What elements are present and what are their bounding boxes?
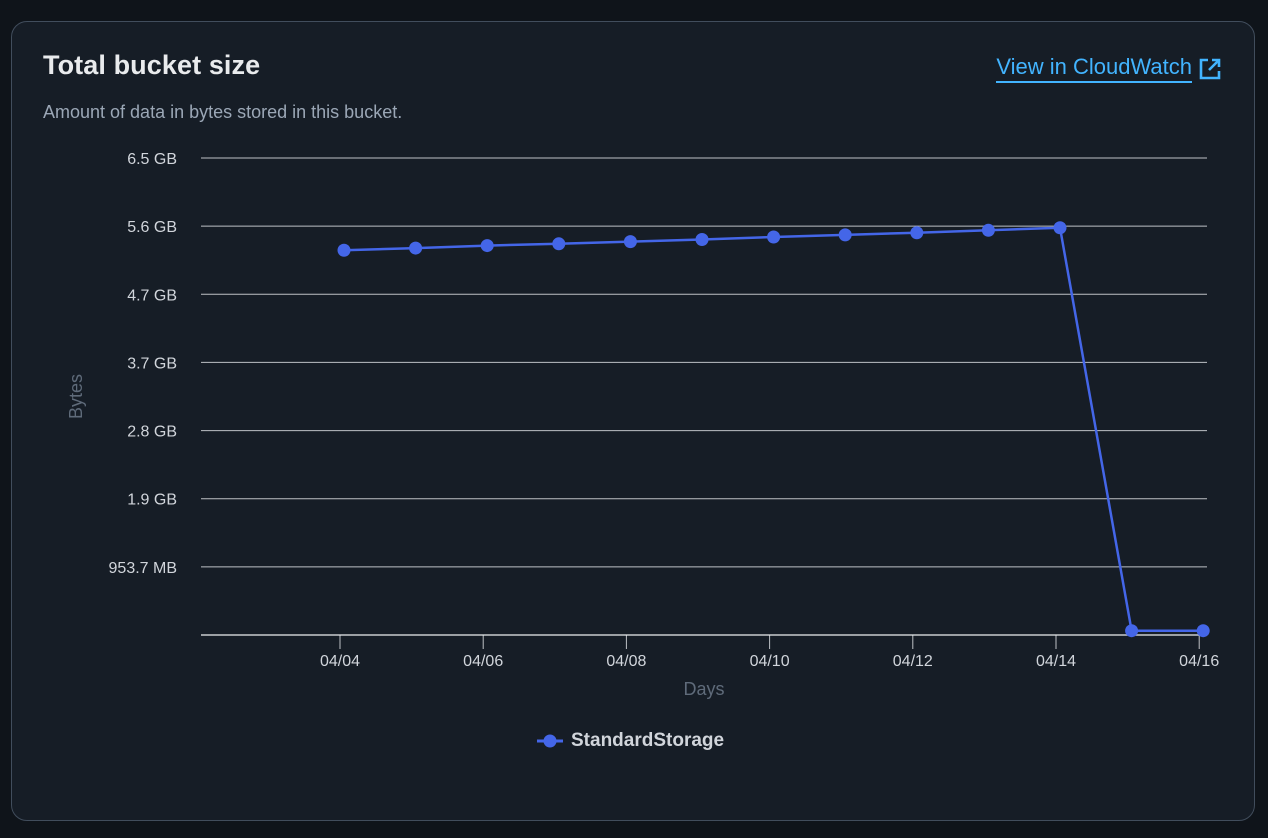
chart-legend[interactable]: StandardStorage xyxy=(535,730,724,752)
x-axis-title: Days xyxy=(683,679,724,699)
y-tick-label: 5.6 GB xyxy=(127,219,177,236)
x-tick-label: 04/12 xyxy=(893,653,933,670)
x-tick-label: 04/16 xyxy=(1179,653,1219,670)
x-tick-label: 04/06 xyxy=(463,653,503,670)
y-tick-label: 2.8 GB xyxy=(127,424,177,441)
x-tick-label: 04/08 xyxy=(606,653,646,670)
legend-label: StandardStorage xyxy=(571,730,725,751)
data-point xyxy=(1125,624,1139,638)
x-tick-label: 04/04 xyxy=(320,653,360,670)
data-point xyxy=(695,233,709,247)
series-line xyxy=(343,226,1204,632)
x-tick-label: 04/14 xyxy=(1036,653,1076,670)
legend-swatch xyxy=(537,734,563,748)
data-point xyxy=(1196,624,1210,638)
y-tick-label: 3.7 GB xyxy=(127,355,177,372)
y-tick-label: 6.5 GB xyxy=(127,151,177,168)
data-point xyxy=(409,241,423,255)
data-point xyxy=(552,237,566,251)
data-point xyxy=(981,223,995,237)
data-point xyxy=(480,239,494,253)
y-tick-label: 4.7 GB xyxy=(127,287,177,304)
y-axis-title: Bytes xyxy=(66,374,86,419)
y-tick-label: 953.7 MB xyxy=(109,560,177,577)
y-tick-label: 1.9 GB xyxy=(127,492,177,509)
data-point xyxy=(337,243,351,257)
data-point xyxy=(1053,221,1067,235)
data-point xyxy=(838,228,852,242)
data-point xyxy=(767,230,781,244)
data-point xyxy=(910,226,924,240)
x-tick-label: 04/10 xyxy=(750,653,790,670)
data-point xyxy=(623,235,637,249)
line-chart: 953.7 MB 1.9 GB 2.8 GB 3.7 GB 4.7 GB 5.6 GB 6.… xyxy=(66,151,1219,699)
